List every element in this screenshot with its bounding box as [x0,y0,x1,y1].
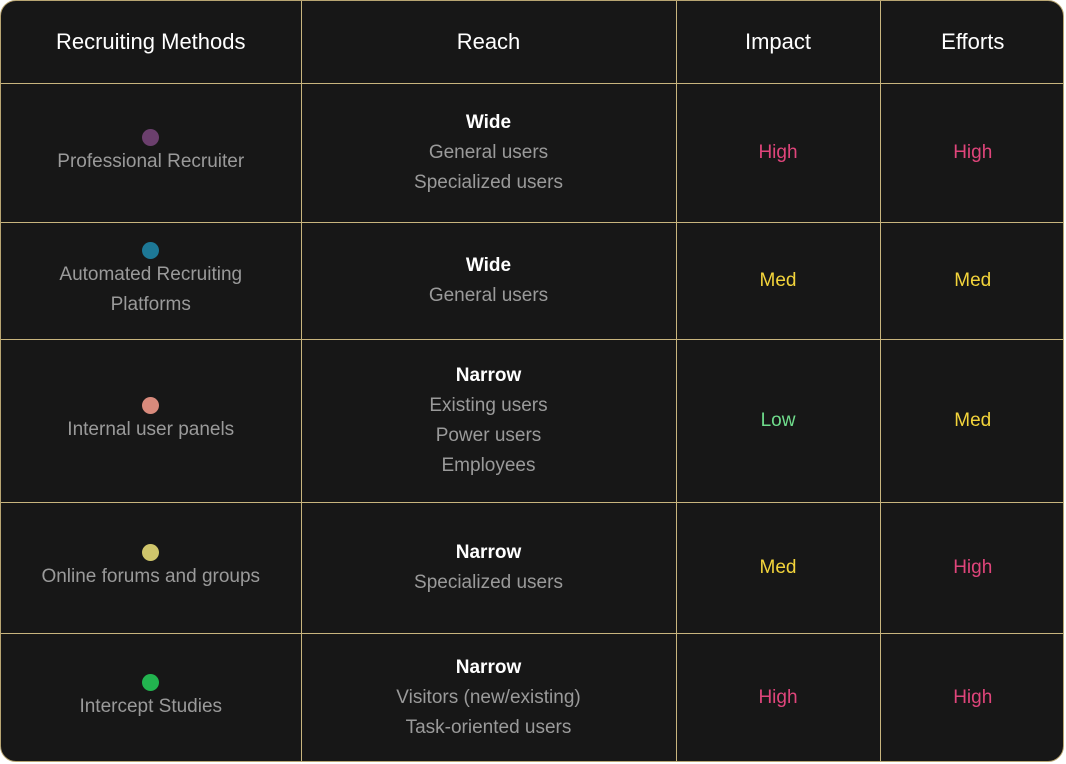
impact-cell: Med [675,222,881,340]
reach-detail: Employees [441,455,536,476]
reach-level: Narrow [455,365,522,386]
method-cell: Professional Recruiter [1,83,302,223]
impact-value: High [758,142,798,163]
method-dot [142,129,160,146]
recruiting-methods-table: Recruiting Methods Reach Impact Efforts … [1,1,1063,761]
method-label: Internal user panels [67,419,235,440]
reach-cell: Narrow Existing users Power users Employ… [300,339,677,503]
header-impact: Impact [675,1,881,84]
method-cell: Internal user panels [1,339,302,503]
method-label: Intercept Studies [79,696,223,718]
efforts-value: High [953,142,993,163]
efforts-cell: High [879,633,1063,761]
header-recruiting-methods: Recruiting Methods [1,1,302,84]
recruiting-methods-card: Recruiting Methods Reach Impact Efforts … [0,0,1064,762]
method-cell: Online forums and groups [1,502,302,634]
impact-cell: Low [675,339,881,503]
efforts-value: Med [954,270,992,291]
impact-value: High [758,687,798,709]
reach-detail: General users [428,285,549,306]
reach-detail: Existing users [429,395,548,416]
efforts-value: Med [954,410,992,431]
table-row: Online forums and groups Narrow Speciali… [1,502,1063,634]
table-row: Automated Recruiting Platforms Wide Gene… [1,222,1063,340]
reach-detail: Task-oriented users [405,717,572,739]
reach-detail: Visitors (new/existing) [396,687,581,709]
method-label: Online forums and groups [41,566,261,587]
reach-cell: Narrow Visitors (new/existing) Task-orie… [300,633,677,761]
impact-cell: Med [675,502,881,634]
method-dot [142,674,160,692]
reach-level: Wide [465,112,512,133]
method-dot [142,242,160,259]
method-label: Platforms [110,294,191,315]
reach-detail: General users [428,142,549,163]
impact-value: Med [759,270,797,291]
efforts-cell: High [879,83,1063,223]
reach-level: Narrow [455,657,522,679]
impact-value: Med [759,557,797,578]
reach-cell: Wide General users [300,222,677,340]
reach-detail: Specialized users [414,572,563,593]
reach-detail: Specialized users [414,172,563,193]
method-cell: Automated Recruiting Platforms [1,222,302,340]
header-row: Recruiting Methods Reach Impact Efforts [1,1,1063,84]
table-row: Professional Recruiter Wide General user… [1,83,1063,223]
impact-cell: High [675,83,881,223]
method-dot [142,544,160,561]
reach-cell: Narrow Specialized users [300,502,677,634]
method-label: Professional Recruiter [57,151,245,172]
reach-level: Narrow [455,542,522,563]
method-cell: Intercept Studies [1,633,302,761]
reach-detail: Power users [435,425,542,446]
header-efforts: Efforts [879,1,1063,84]
efforts-value: High [953,687,993,709]
reach-level: Wide [465,255,512,276]
efforts-cell: Med [879,339,1063,503]
table-row: Intercept Studies Narrow Visitors (new/e… [1,633,1063,761]
table-row: Internal user panels Narrow Existing use… [1,339,1063,503]
efforts-cell: Med [879,222,1063,340]
impact-cell: High [675,633,881,761]
efforts-cell: High [879,502,1063,634]
method-dot [142,397,160,414]
header-reach: Reach [300,1,677,84]
efforts-value: High [953,557,993,578]
method-label: Automated Recruiting [59,264,243,285]
impact-value: Low [760,410,796,431]
reach-cell: Wide General users Specialized users [300,83,677,223]
